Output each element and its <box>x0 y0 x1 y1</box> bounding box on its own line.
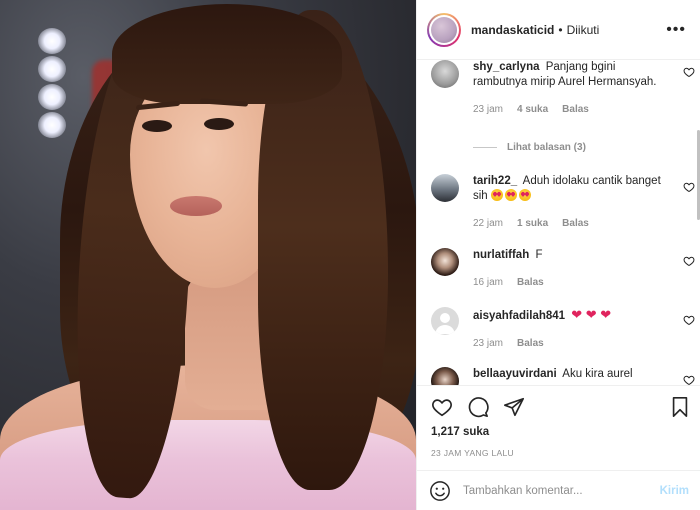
comment: nurlatiffah F 16 jam Balas <box>431 248 693 290</box>
heart-eyes-emoji-icon <box>504 189 517 201</box>
separator-dot: • <box>558 22 563 37</box>
header-username[interactable]: mandaskaticid <box>471 23 554 37</box>
comment-heart-icon[interactable] <box>683 66 695 78</box>
comment-avatar[interactable] <box>431 307 459 335</box>
comment-heart-icon[interactable] <box>683 255 695 267</box>
reply-button[interactable]: Balas <box>517 336 544 351</box>
bookmark-icon[interactable] <box>669 396 691 418</box>
comment-avatar[interactable] <box>431 367 459 385</box>
comment-meta: 23 jam 4 suka Balas <box>473 102 669 117</box>
comment-list[interactable]: shy_carlyna Panjang bgini rambutnya miri… <box>417 60 700 385</box>
comment: tarih22_ Aduh idolaku cantik banget sih … <box>431 174 693 231</box>
share-send-icon[interactable] <box>503 396 525 418</box>
comment-text: F <box>535 249 543 261</box>
heart-eyes-emoji-icon <box>518 189 531 201</box>
comment-likes[interactable]: 4 suka <box>517 102 548 117</box>
comment-bubble-icon[interactable] <box>467 396 489 418</box>
comment-meta: 23 jam Balas <box>473 336 669 351</box>
reply-button[interactable]: Balas <box>562 102 589 117</box>
comment-likes[interactable]: 1 suka <box>517 216 548 231</box>
comment-meta: 16 jam Balas <box>473 275 669 290</box>
instagram-post: mandaskaticid • Diikuti ••• shy_carlyna … <box>0 0 700 510</box>
eye <box>204 118 234 130</box>
comment: bellaayuvirdani Aku kira aurel <box>431 367 693 385</box>
background-lights <box>38 28 66 140</box>
comment-time[interactable]: 22 jam <box>473 216 503 231</box>
red-hearts-emoji: ❤ ❤ ❤ <box>571 307 612 322</box>
like-heart-icon[interactable] <box>431 396 453 418</box>
eye <box>142 120 172 132</box>
comment-time[interactable]: 16 jam <box>473 275 503 290</box>
comment-time[interactable]: 23 jam <box>473 102 503 117</box>
add-comment-bar: Kirim <box>417 470 700 510</box>
follow-status[interactable]: Diikuti <box>567 23 600 37</box>
comment-meta: 22 jam 1 suka Balas <box>473 216 669 231</box>
comment-username[interactable]: nurlatiffah <box>473 249 529 261</box>
comment-avatar[interactable] <box>431 174 459 202</box>
post-timestamp[interactable]: 23 JAM YANG LALU <box>431 448 514 458</box>
comment-text: Aku kira aurel <box>562 368 633 380</box>
more-horizontal-icon[interactable]: ••• <box>666 21 686 39</box>
action-bar <box>431 396 691 418</box>
comment-username[interactable]: aisyahfadilah841 <box>473 310 565 322</box>
comment-avatar[interactable] <box>431 60 459 88</box>
comment-heart-icon[interactable] <box>683 314 695 326</box>
post-header: mandaskaticid • Diikuti ••• <box>417 0 700 60</box>
emoji-smile-icon[interactable] <box>429 480 451 502</box>
avatar-image <box>431 16 457 43</box>
comment-input[interactable] <box>463 484 643 497</box>
comment-time[interactable]: 23 jam <box>473 336 503 351</box>
comment-username[interactable]: bellaayuvirdani <box>473 368 557 380</box>
comment-heart-icon[interactable] <box>683 181 695 193</box>
hair-top <box>112 4 342 104</box>
view-replies-label[interactable]: Lihat balasan (3) <box>507 142 586 153</box>
comment-heart-icon[interactable] <box>683 374 695 385</box>
heart-eyes-emoji-icon <box>490 189 503 201</box>
comment-username[interactable]: tarih22_ <box>473 175 517 187</box>
view-replies[interactable]: Lihat balasan (3) <box>473 142 586 153</box>
comment-avatar[interactable] <box>431 248 459 276</box>
avatar[interactable] <box>427 12 461 47</box>
reply-button[interactable]: Balas <box>517 275 544 290</box>
like-count[interactable]: 1,217 suka <box>431 426 489 438</box>
lips <box>170 196 222 216</box>
reply-button[interactable]: Balas <box>562 216 589 231</box>
post-comment-button[interactable]: Kirim <box>660 485 689 497</box>
comment: shy_carlyna Panjang bgini rambutnya miri… <box>431 60 693 117</box>
default-avatar-icon <box>435 313 455 334</box>
post-photo[interactable] <box>0 0 416 510</box>
post-side-panel: mandaskaticid • Diikuti ••• shy_carlyna … <box>416 0 700 510</box>
comment: aisyahfadilah841 ❤ ❤ ❤ 23 jam Balas <box>431 307 693 351</box>
comment-username[interactable]: shy_carlyna <box>473 61 540 73</box>
